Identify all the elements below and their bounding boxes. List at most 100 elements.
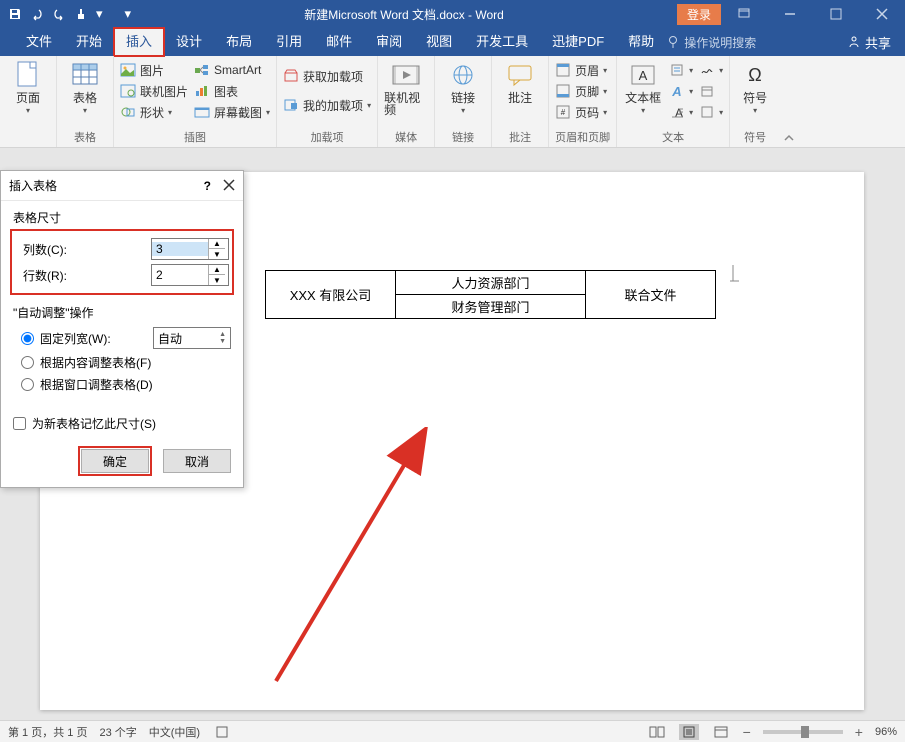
datetime[interactable]: [699, 81, 723, 101]
my-addin[interactable]: 我的加载项▾: [283, 95, 371, 115]
close-icon[interactable]: [859, 0, 905, 28]
minimize-icon[interactable]: [767, 0, 813, 28]
rows-down-icon[interactable]: ▼: [209, 275, 225, 285]
tell-me[interactable]: 操作说明搜索: [666, 34, 756, 51]
zoom-out-icon[interactable]: −: [743, 724, 751, 740]
undo-icon[interactable]: [30, 7, 44, 21]
rows-up-icon[interactable]: ▲: [209, 265, 225, 275]
maximize-icon[interactable]: [813, 0, 859, 28]
chart[interactable]: 图表: [194, 81, 270, 101]
picture-icon: [120, 62, 136, 78]
share-button[interactable]: 共享: [847, 33, 891, 52]
table-cell[interactable]: XXX 有限公司: [266, 271, 396, 319]
word-count[interactable]: 23 个字: [99, 724, 136, 740]
save-icon[interactable]: [8, 7, 22, 21]
fixed-width-radio[interactable]: [21, 332, 34, 345]
media-group-label: 媒体: [384, 127, 428, 145]
shapes[interactable]: 形状▾: [120, 102, 188, 122]
quickparts-icon: [669, 62, 685, 78]
tab-help[interactable]: 帮助: [616, 28, 666, 56]
zoom-in-icon[interactable]: +: [855, 724, 863, 740]
qa-customize-icon[interactable]: ▾: [96, 6, 103, 22]
screenshot[interactable]: 屏幕截图▾: [194, 102, 270, 122]
symbol[interactable]: Ω 符号 ▾: [736, 60, 774, 115]
cols-down-icon[interactable]: ▼: [209, 249, 225, 259]
fit-content-radio[interactable]: [21, 356, 34, 369]
footer[interactable]: 页脚▾: [555, 81, 607, 101]
cols-input[interactable]: [152, 242, 208, 256]
cols-label: 列数(C):: [23, 241, 151, 258]
pages-button[interactable]: 页面 ▾: [6, 60, 50, 115]
share-label: 共享: [865, 33, 891, 52]
dropcap[interactable]: A▾: [669, 102, 693, 122]
wordart[interactable]: A▾: [669, 81, 693, 101]
dropcap-icon: A: [669, 104, 685, 120]
tab-view[interactable]: 视图: [414, 28, 464, 56]
redo-icon[interactable]: [52, 7, 66, 21]
comment[interactable]: 批注: [498, 60, 542, 104]
header[interactable]: 页眉▾: [555, 60, 607, 80]
fixed-width-value[interactable]: 自动 ▲▼: [153, 327, 231, 349]
page-number[interactable]: #页码▾: [555, 102, 607, 122]
tab-file[interactable]: 文件: [14, 28, 64, 56]
macro-icon[interactable]: [212, 724, 232, 740]
fit-window-radio[interactable]: [21, 378, 34, 391]
table-cell[interactable]: 人力资源部门: [396, 271, 586, 295]
table-cell[interactable]: 财务管理部门: [396, 295, 586, 319]
quickparts[interactable]: ▾: [669, 60, 693, 80]
tab-design[interactable]: 设计: [164, 28, 214, 56]
symbols-group-label: 符号: [736, 127, 774, 145]
online-video[interactable]: 联机视频: [384, 60, 428, 116]
rows-spinner[interactable]: ▲▼: [151, 264, 229, 286]
tab-layout[interactable]: 布局: [214, 28, 264, 56]
tab-references[interactable]: 引用: [264, 28, 314, 56]
collapse-ribbon-icon[interactable]: [780, 56, 798, 147]
rows-input[interactable]: [152, 268, 208, 282]
table-cell[interactable]: 联合文件: [586, 271, 716, 319]
online-picture-icon: [120, 83, 136, 99]
pagenum-label: 页码: [575, 104, 599, 121]
login-button[interactable]: 登录: [677, 4, 721, 25]
insert-picture-label: 图片: [140, 62, 164, 79]
cols-spinner[interactable]: ▲▼: [151, 238, 229, 260]
online-picture[interactable]: 联机图片: [120, 81, 188, 101]
tab-developer[interactable]: 开发工具: [464, 28, 540, 56]
language[interactable]: 中文(中国): [149, 724, 200, 740]
tables-button[interactable]: 表格 ▾: [63, 60, 107, 115]
auto-down-icon[interactable]: ▼: [219, 338, 226, 345]
remember-checkbox[interactable]: [13, 417, 26, 430]
get-addin[interactable]: 获取加载项: [283, 66, 371, 86]
page-status[interactable]: 第 1 页，共 1 页: [8, 724, 87, 740]
zoom-level[interactable]: 96%: [875, 726, 897, 738]
tab-mailings[interactable]: 邮件: [314, 28, 364, 56]
web-layout-icon[interactable]: [711, 724, 731, 740]
tab-insert[interactable]: 插入: [114, 28, 164, 56]
ok-button[interactable]: 确定: [81, 449, 149, 473]
insert-picture[interactable]: 图片: [120, 60, 188, 80]
video-icon: [391, 60, 421, 90]
tab-home[interactable]: 开始: [64, 28, 114, 56]
dialog-close-icon[interactable]: [223, 179, 235, 193]
cancel-button[interactable]: 取消: [163, 449, 231, 473]
link-label: 链接: [451, 92, 475, 104]
object-icon: [699, 104, 715, 120]
tab-review[interactable]: 审阅: [364, 28, 414, 56]
print-layout-icon[interactable]: [679, 724, 699, 740]
smartart[interactable]: SmartArt: [194, 60, 270, 80]
zoom-slider[interactable]: [763, 730, 843, 734]
object[interactable]: ▾: [699, 102, 723, 122]
read-mode-icon[interactable]: [647, 724, 667, 740]
textbox[interactable]: A 文本框 ▾: [623, 60, 663, 115]
dialog-help-icon[interactable]: ?: [204, 179, 211, 193]
datetime-icon: [699, 83, 715, 99]
tab-pdf[interactable]: 迅捷PDF: [540, 28, 616, 56]
link[interactable]: 链接 ▾: [441, 60, 485, 115]
cols-up-icon[interactable]: ▲: [209, 239, 225, 249]
document-table[interactable]: XXX 有限公司 人力资源部门 联合文件 财务管理部门: [265, 270, 716, 319]
touch-icon[interactable]: [74, 7, 88, 21]
symbol-icon: Ω: [740, 60, 770, 90]
signature[interactable]: ▾: [699, 60, 723, 80]
auto-up-icon[interactable]: ▲: [219, 331, 226, 338]
status-bar: 第 1 页，共 1 页 23 个字 中文(中国) − + 96%: [0, 720, 905, 742]
ribbon-options-icon[interactable]: [721, 0, 767, 28]
